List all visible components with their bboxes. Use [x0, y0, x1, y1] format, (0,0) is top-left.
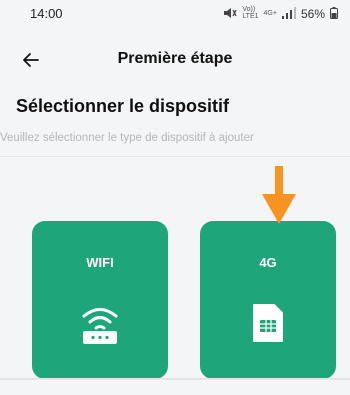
mute-icon	[223, 7, 237, 22]
sim-card-icon	[252, 303, 284, 348]
network-label-top: Vo))	[242, 6, 256, 13]
device-card-4g[interactable]: 4G	[200, 221, 336, 379]
device-card-wifi[interactable]: WIFI	[32, 221, 168, 379]
card-label-wifi: WIFI	[86, 255, 114, 270]
wifi-router-icon	[80, 303, 120, 350]
header: Première étape	[0, 40, 350, 80]
divider	[0, 156, 350, 157]
status-bar: 14:00 Vo)) LTE1 4G+ 56%	[0, 0, 350, 30]
page-title: Première étape	[117, 50, 233, 67]
network-type: Vo)) LTE1	[242, 6, 258, 20]
card-label-4g: 4G	[259, 255, 277, 270]
network-label-bottom: LTE1	[242, 13, 259, 20]
annotation-arrow-icon	[259, 166, 299, 226]
status-time: 14:00	[30, 6, 63, 21]
signal-label: 4G+	[263, 9, 277, 17]
battery-percent: 56%	[300, 7, 325, 21]
signal-icon	[281, 6, 296, 22]
status-icons: Vo)) LTE1 4G+ 56%	[223, 5, 338, 23]
section-title: Sélectionner le dispositif	[16, 96, 230, 116]
section-subtitle: Veuillez sélectionner le type de disposi…	[0, 132, 254, 144]
battery-icon	[330, 6, 338, 22]
bottom-divider	[0, 378, 350, 380]
